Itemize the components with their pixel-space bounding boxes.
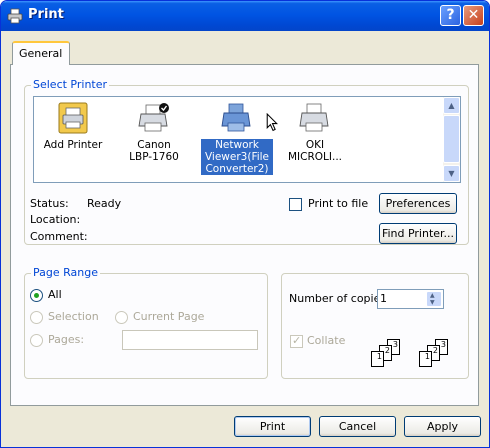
page-range-pages-label[interactable]: Pages: [48, 333, 84, 346]
tab-general[interactable]: General [12, 41, 70, 65]
radio-selected-dot [34, 293, 39, 298]
page-range-current-page-radio[interactable] [115, 311, 128, 324]
mouse-cursor-icon [266, 113, 278, 132]
page-range-label: Page Range [31, 266, 100, 279]
scroll-thumb[interactable] [443, 115, 460, 163]
printer-default-icon [138, 103, 169, 132]
page-range-group: Page Range All Selection Current Page Pa… [24, 266, 268, 379]
printer-label: Network Viewer3(File Converter2) [201, 139, 273, 175]
location-label: Location: [30, 213, 81, 226]
page-range-all-label[interactable]: All [48, 288, 62, 301]
number-of-copies-label: Number of copies: [289, 292, 390, 305]
cancel-button[interactable]: Cancel [319, 416, 396, 437]
window-title: Print [28, 7, 64, 22]
printer-list-scrollbar[interactable]: ▲ ▼ [443, 97, 460, 182]
spin-up-icon[interactable]: ▲ [430, 292, 435, 299]
printer-icon [221, 103, 251, 132]
printer-item-oki[interactable]: OKI MICROLI... [278, 101, 352, 163]
printer-item-add-printer[interactable]: Add Printer [36, 101, 110, 151]
status-label: Status: [30, 197, 69, 210]
scroll-up-button[interactable]: ▲ [443, 97, 460, 114]
page-number: 1 [376, 352, 382, 361]
printer-title-icon [7, 8, 23, 24]
select-printer-label: Select Printer [31, 78, 110, 91]
preferences-button[interactable]: Preferences [379, 193, 457, 214]
printer-item-canon[interactable]: Canon LBP-1760 [117, 101, 191, 163]
spinner-arrows[interactable]: ▲ ▼ [426, 291, 442, 307]
page-range-current-page-label[interactable]: Current Page [133, 310, 204, 323]
collate-label[interactable]: Collate [307, 334, 345, 347]
page-range-all-radio[interactable] [30, 289, 43, 302]
title-bar[interactable]: Print ? ✕ [1, 1, 489, 31]
page-number: 2 [432, 346, 438, 355]
tab-general-label: General [19, 47, 63, 60]
page-range-selection-radio[interactable] [30, 311, 43, 324]
select-printer-group: Select Printer Add Printer Canon LBP-176… [24, 78, 469, 245]
spin-down-icon[interactable]: ▼ [430, 299, 435, 306]
printer-label: OKI MICROLI... [287, 139, 342, 163]
collate-pages-icon: 3 2 1 3 2 1 [371, 339, 471, 373]
printer-icon [299, 103, 329, 132]
page-number: 3 [392, 340, 398, 349]
print-to-file-label[interactable]: Print to file [308, 197, 368, 210]
page-range-selection-label[interactable]: Selection [48, 310, 99, 323]
print-dialog: Print ? ✕ General Select Printer Add Pri… [0, 0, 490, 448]
page-number: 3 [440, 340, 446, 349]
page-range-pages-radio[interactable] [30, 334, 43, 347]
page-number: 1 [424, 352, 430, 361]
check-mark-icon: ✓ [292, 334, 302, 347]
apply-button[interactable]: Apply [404, 416, 481, 437]
close-button[interactable]: ✕ [463, 5, 484, 26]
printer-list[interactable]: Add Printer Canon LBP-1760 Network Viewe… [33, 96, 461, 183]
printer-label: Canon LBP-1760 [129, 139, 179, 163]
pages-input[interactable] [122, 330, 258, 350]
print-button[interactable]: Print [234, 416, 311, 437]
number-of-copies-spinner[interactable]: ▲ ▼ [377, 289, 444, 309]
print-to-file-checkbox[interactable] [289, 198, 302, 211]
status-value: Ready [87, 197, 122, 210]
help-button[interactable]: ? [440, 5, 461, 26]
printer-item-network-viewer[interactable]: Network Viewer3(File Converter2) [200, 101, 274, 175]
find-printer-button[interactable]: Find Printer... [379, 223, 457, 244]
collate-checkbox[interactable]: ✓ [290, 334, 303, 348]
number-of-copies-input[interactable] [380, 292, 420, 305]
scroll-down-button[interactable]: ▼ [443, 165, 460, 182]
comment-label: Comment: [30, 230, 88, 243]
printer-label: Add Printer [43, 139, 103, 151]
add-printer-icon [58, 102, 88, 134]
page-number: 2 [384, 346, 390, 355]
